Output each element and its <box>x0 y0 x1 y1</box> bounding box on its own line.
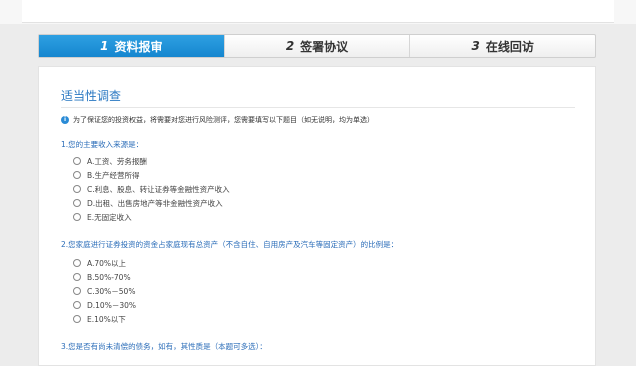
radio-icon[interactable] <box>73 213 81 221</box>
option-label: D.10%－30% <box>87 300 136 310</box>
survey-notice: i 为了保证您的投资权益，将需要对您进行风险测评，您需要填写以下题目（如无说明，… <box>61 115 374 125</box>
option-label: E.10%以下 <box>87 314 126 324</box>
step-3-tab[interactable]: 3 在线回访 <box>409 35 595 57</box>
q1-option-c[interactable]: C.利息、股息、转让证券等金融性资产收入 <box>73 182 230 196</box>
survey-panel: 适当性调查 i 为了保证您的投资权益，将需要对您进行风险测评，您需要填写以下题目… <box>38 66 596 366</box>
question-2-text: 2.您家庭进行证券投资的资金占家庭现有总资产（不含自住、自用房产及汽车等固定资产… <box>61 240 399 249</box>
radio-icon[interactable] <box>73 171 81 179</box>
q2-option-a[interactable]: A.70%以上 <box>73 256 136 270</box>
step-1-tab[interactable]: 1 资料报审 <box>39 35 224 57</box>
radio-icon[interactable] <box>73 287 81 295</box>
info-icon: i <box>61 116 69 124</box>
q1-option-b[interactable]: B.生产经营所得 <box>73 168 230 182</box>
option-label: E.无固定收入 <box>87 212 132 222</box>
question-1-text: 1.您的主要收入来源是： <box>61 140 144 149</box>
q1-option-e[interactable]: E.无固定收入 <box>73 210 230 224</box>
option-label: A.70%以上 <box>87 258 127 268</box>
option-label: A.工资、劳务报酬 <box>87 156 147 166</box>
top-band <box>0 0 636 24</box>
q2-option-e[interactable]: E.10%以下 <box>73 312 136 326</box>
option-label: B.生产经营所得 <box>87 170 140 180</box>
notice-text: 为了保证您的投资权益，将需要对您进行风险测评，您需要填写以下题目（如无说明，均为… <box>73 116 374 124</box>
title-divider <box>61 107 575 108</box>
option-label: D.出租、出售房地产等非金融性资产收入 <box>87 198 223 208</box>
radio-icon[interactable] <box>73 273 81 281</box>
step-2-number: 2 <box>285 39 295 53</box>
option-label: C.利息、股息、转让证券等金融性资产收入 <box>87 184 230 194</box>
step-progress-bar: 1 资料报审 2 签署协议 3 在线回访 <box>38 34 596 58</box>
question-1-options: A.工资、劳务报酬 B.生产经营所得 C.利息、股息、转让证券等金融性资产收入 … <box>73 154 230 224</box>
radio-icon[interactable] <box>73 315 81 323</box>
radio-icon[interactable] <box>73 301 81 309</box>
step-3-number: 3 <box>471 39 480 53</box>
radio-icon[interactable] <box>73 185 81 193</box>
radio-icon[interactable] <box>73 259 81 267</box>
step-1-label: 资料报审 <box>114 39 163 54</box>
option-label: C.30%－50% <box>87 286 136 296</box>
q2-option-b[interactable]: B.50%-70% <box>73 270 136 284</box>
q2-option-d[interactable]: D.10%－30% <box>73 298 136 312</box>
q1-option-d[interactable]: D.出租、出售房地产等非金融性资产收入 <box>73 196 230 210</box>
step-3-label: 在线回访 <box>485 39 534 54</box>
step-2-label: 签署协议 <box>300 39 349 54</box>
step-1-number: 1 <box>100 39 109 53</box>
step-2-tab[interactable]: 2 签署协议 <box>223 35 410 57</box>
radio-icon[interactable] <box>73 157 81 165</box>
q2-option-c[interactable]: C.30%－50% <box>73 284 136 298</box>
q1-option-a[interactable]: A.工资、劳务报酬 <box>73 154 230 168</box>
option-label: B.50%-70% <box>87 272 131 282</box>
question-3-text: 3.您是否有尚未清偿的债务，如有，其性质是（本题可多选）： <box>61 342 267 351</box>
radio-icon[interactable] <box>73 199 81 207</box>
question-2-options: A.70%以上 B.50%-70% C.30%－50% D.10%－30% E.… <box>73 256 136 326</box>
top-band-inner <box>22 0 614 23</box>
survey-title: 适当性调查 <box>61 89 122 103</box>
